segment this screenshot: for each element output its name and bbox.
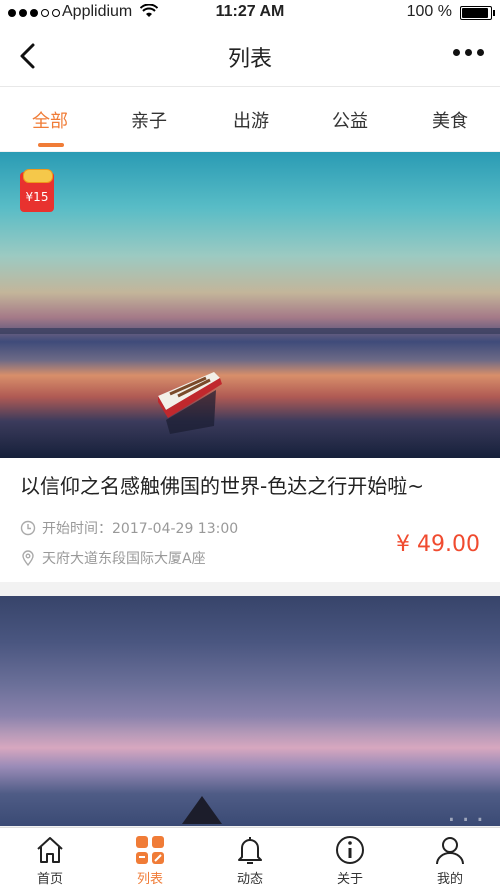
more-options-icon[interactable]	[453, 49, 484, 56]
tab-family[interactable]: 亲子	[131, 107, 167, 133]
tab-food[interactable]: 美食	[432, 107, 468, 133]
tabbar-label: 首页	[36, 872, 63, 887]
tabbar-label: 关于	[336, 872, 363, 887]
coin-icon	[23, 169, 53, 183]
tabbar-about[interactable]: 关于	[300, 828, 400, 890]
bell-icon	[238, 837, 262, 864]
start-time-row: 开始时间：2017-04-29 13:00	[20, 518, 238, 538]
tabbar-home[interactable]: 首页	[0, 828, 100, 890]
tab-travel[interactable]: 出游	[233, 107, 269, 133]
tabbar-label: 列表	[136, 872, 163, 887]
activity-title: 以信仰之名感触佛国的世界-色达之行开始啦~	[20, 474, 424, 498]
category-tabs: 全部 亲子 出游 公益 美食	[0, 87, 500, 151]
coupon-badge[interactable]: ¥15	[20, 169, 54, 212]
tabbar-list[interactable]: 列表	[100, 828, 200, 890]
battery-percent: 100 %	[406, 3, 452, 20]
coupon-amount: ¥15	[25, 190, 49, 204]
page-title: 列表	[227, 47, 272, 72]
activity-photo: ¥15	[0, 152, 500, 458]
boat-image	[158, 372, 222, 434]
bottom-tab-bar: 首页 列表 动态 关于 我的	[0, 827, 500, 890]
price: ¥ 49.00	[396, 532, 480, 557]
home-icon	[37, 837, 63, 863]
status-bar: Applidium 11:27 AM 100 %	[0, 0, 500, 26]
activity-card[interactable]: ...	[0, 596, 500, 828]
tabbar-mine[interactable]: 我的	[400, 828, 500, 890]
watermark: ...	[447, 798, 490, 828]
tab-all[interactable]: 全部	[32, 107, 68, 133]
address-row: 天府大道东段国际大厦A座	[20, 548, 206, 568]
address: 天府大道东段国际大厦A座	[42, 551, 206, 567]
battery-icon	[460, 6, 495, 20]
location-pin-icon	[22, 550, 34, 566]
active-tab-indicator	[38, 143, 64, 147]
info-icon	[336, 836, 364, 864]
clock-icon	[20, 520, 36, 536]
nav-bar: 列表	[0, 26, 500, 87]
tab-charity[interactable]: 公益	[332, 107, 368, 133]
tabbar-label: 我的	[436, 872, 463, 887]
tabbar-label: 动态	[236, 872, 263, 887]
activity-card[interactable]: ¥15 以信仰之名感触佛国的世界-色达之行开始啦~ 开始时间：2017-04-2…	[0, 152, 500, 582]
tabbar-activity[interactable]: 动态	[200, 828, 300, 890]
user-icon	[436, 837, 464, 865]
start-time: 开始时间：2017-04-29 13:00	[42, 521, 239, 537]
pagoda-silhouette	[182, 796, 222, 824]
grid-icon	[136, 836, 164, 864]
